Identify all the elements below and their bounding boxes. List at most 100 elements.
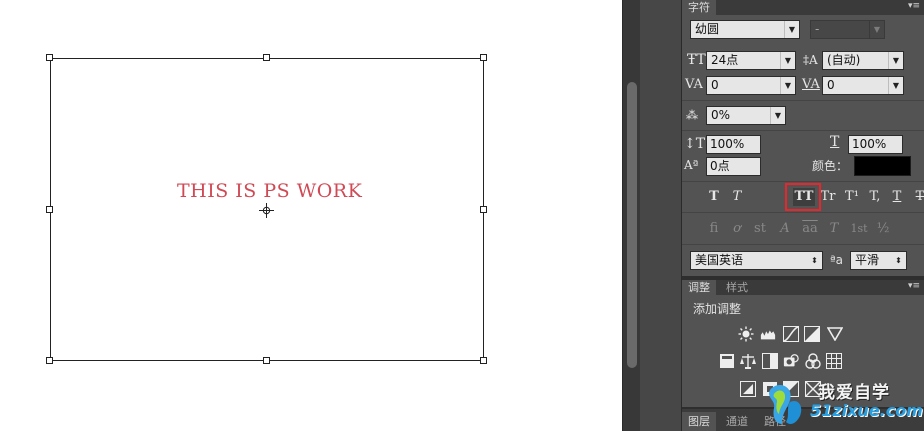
chevron-updown-icon: ⬍ <box>895 256 902 265</box>
faux-bold-button[interactable]: T <box>705 188 723 206</box>
character-tab-row: 字符 ▾≡ <box>682 0 924 15</box>
font-style-select[interactable]: - ▼ <box>810 20 885 39</box>
handle-top-left[interactable] <box>46 54 53 61</box>
faux-italic-button[interactable]: T <box>728 188 746 206</box>
canvas-text-layer[interactable]: THIS IS PS WORK <box>177 180 362 202</box>
curves-icon[interactable] <box>783 326 799 342</box>
baseline-shift-icon: Aª <box>684 158 699 172</box>
tsume-value: 0% <box>711 108 731 122</box>
divider <box>682 181 924 182</box>
chevron-down-icon: ▼ <box>780 52 795 69</box>
handle-middle-left[interactable] <box>46 206 53 213</box>
panel-menu-icon[interactable]: ▾≡ <box>908 1 920 11</box>
handle-bottom-right[interactable] <box>480 357 487 364</box>
exposure-icon[interactable] <box>804 326 820 342</box>
tab-character[interactable]: 字符 <box>682 0 716 15</box>
titling-alternates-button[interactable]: T <box>824 220 844 238</box>
kerning-select[interactable]: 0 ▼ <box>706 76 796 95</box>
chevron-down-icon: ▼ <box>770 107 785 124</box>
text-color-swatch[interactable] <box>854 156 911 176</box>
divider <box>682 100 924 101</box>
handle-bottom-left[interactable] <box>46 357 53 364</box>
character-panel: 字符 ▾≡ 幼圆 ▼ - ▼ ŦT 24点 ▼ ‡A (自动) ▼ VA 0 ▼… <box>682 0 924 276</box>
panel-menu-icon[interactable]: ▾≡ <box>908 281 920 291</box>
font-size-value: 24点 <box>711 53 739 67</box>
invert-icon[interactable] <box>740 381 756 397</box>
panel-dock: 字符 ▾≡ 幼圆 ▼ - ▼ ŦT 24点 ▼ ‡A (自动) ▼ VA 0 ▼… <box>640 0 924 431</box>
horizontal-scale-input[interactable]: 100% <box>848 135 903 154</box>
leading-select[interactable]: (自动) ▼ <box>822 51 904 70</box>
tab-adjustments[interactable]: 调整 <box>682 280 716 295</box>
anti-alias-icon: ªa <box>830 253 844 267</box>
vertical-scale-input[interactable]: 100% <box>706 135 761 154</box>
anti-alias-select[interactable]: 平滑 ⬍ <box>850 251 907 270</box>
channel-mixer-icon[interactable] <box>805 353 821 369</box>
font-size-select[interactable]: 24点 ▼ <box>706 51 796 70</box>
photo-filter-icon[interactable] <box>783 353 799 369</box>
kerning-value: 0 <box>711 78 719 92</box>
tracking-value: 0 <box>827 78 835 92</box>
color-lookup-icon[interactable] <box>826 353 842 369</box>
all-caps-highlight-box <box>785 183 821 211</box>
baseline-shift-input[interactable]: 0点 <box>706 157 761 176</box>
fractions-button[interactable]: ½ <box>873 220 893 238</box>
divider <box>682 244 924 245</box>
chevron-down-icon: ▼ <box>888 77 903 94</box>
handle-bottom-middle[interactable] <box>263 357 270 364</box>
reference-point-icon[interactable] <box>259 203 274 218</box>
scrollbar-thumb[interactable] <box>627 82 637 368</box>
canvas-scrollbar[interactable] <box>622 0 640 431</box>
brightness-icon[interactable] <box>738 326 754 342</box>
leading-icon: ‡A <box>803 53 818 67</box>
language-select[interactable]: 美国英语 ⬍ <box>690 251 823 270</box>
hue-saturation-icon[interactable] <box>719 353 735 369</box>
vertical-scale-icon: ↕T <box>684 136 706 152</box>
swash-button[interactable]: A <box>775 220 795 238</box>
subscript-button[interactable]: T, <box>866 188 884 206</box>
underline-button[interactable]: T <box>888 188 906 206</box>
tab-layers[interactable]: 图层 <box>682 412 716 431</box>
black-white-icon[interactable] <box>762 353 778 369</box>
discretionary-ligatures-button[interactable]: st <box>750 220 770 238</box>
old-style-button[interactable]: ơ <box>727 220 747 238</box>
tab-styles[interactable]: 样式 <box>720 280 754 295</box>
document-canvas[interactable]: THIS IS PS WORK <box>0 0 622 431</box>
strikethrough-button[interactable]: T <box>911 188 924 206</box>
handle-top-middle[interactable] <box>263 54 270 61</box>
color-balance-icon[interactable] <box>740 353 756 369</box>
language-value: 美国英语 <box>695 253 744 267</box>
add-adjustment-title: 添加调整 <box>693 302 742 316</box>
chevron-down-icon: ▼ <box>869 21 884 38</box>
font-family-value: 幼圆 <box>695 22 720 36</box>
watermark-text-top: 我爱自学 <box>818 383 890 403</box>
small-caps-button[interactable]: Tr <box>819 188 837 206</box>
leading-value: (自动) <box>827 53 861 67</box>
ligatures-button[interactable]: fi <box>704 220 724 238</box>
font-style-value: - <box>815 22 820 36</box>
superscript-button[interactable]: T¹ <box>843 188 861 206</box>
anti-alias-value: 平滑 <box>855 253 880 267</box>
adjustments-tab-row: 调整 样式 ▾≡ <box>682 280 924 295</box>
handle-middle-right[interactable] <box>480 206 487 213</box>
chevron-down-icon: ▼ <box>780 77 795 94</box>
color-label: 颜色： <box>812 159 849 173</box>
stylistic-alternates-button[interactable]: aa <box>800 220 820 238</box>
tab-channels[interactable]: 通道 <box>720 412 754 431</box>
font-size-icon: ŦT <box>687 52 706 68</box>
tracking-icon: VA <box>802 77 820 92</box>
ordinals-button[interactable]: 1st <box>848 220 870 238</box>
watermark-text-bottom: 51zixue.com <box>810 401 923 420</box>
chevron-down-icon: ▼ <box>888 52 903 69</box>
divider <box>682 130 924 131</box>
handle-top-right[interactable] <box>480 54 487 61</box>
levels-icon[interactable] <box>760 326 776 342</box>
horizontal-scale-icon: T <box>830 134 840 150</box>
vibrance-icon[interactable] <box>827 326 843 342</box>
font-family-select[interactable]: 幼圆 ▼ <box>690 20 800 39</box>
tracking-select[interactable]: 0 ▼ <box>822 76 904 95</box>
chevron-down-icon: ▼ <box>784 21 799 38</box>
tsume-select[interactable]: 0% ▼ <box>706 106 786 125</box>
divider <box>682 212 924 213</box>
collapsed-panel-iconbar <box>640 0 682 431</box>
kerning-icon: VA <box>685 77 703 92</box>
